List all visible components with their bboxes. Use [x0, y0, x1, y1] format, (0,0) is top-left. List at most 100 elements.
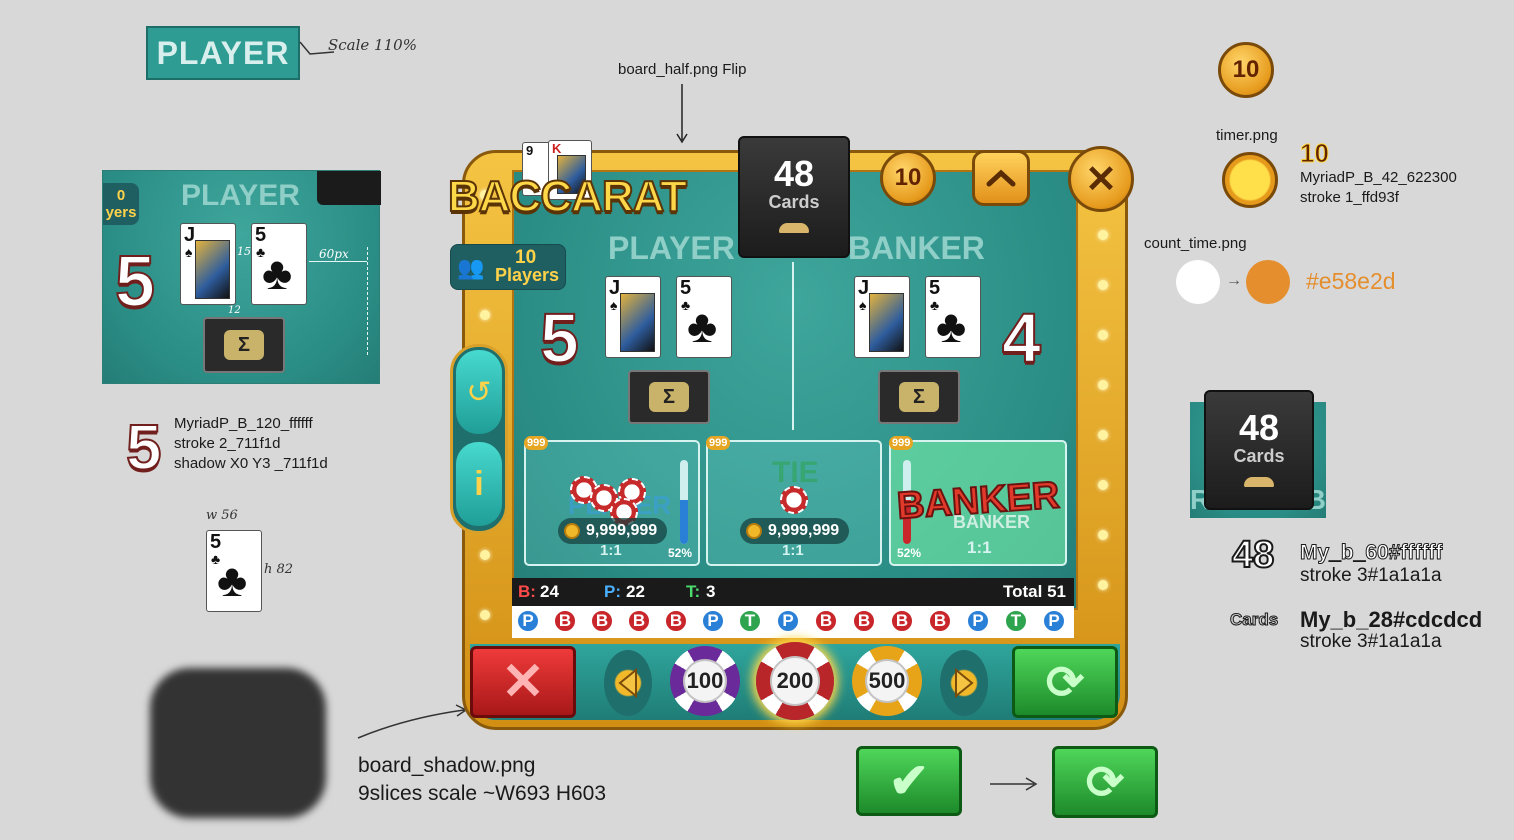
- players-label: Players: [495, 265, 560, 285]
- zoom-gap-12: 12: [228, 305, 241, 316]
- history-dot: P: [701, 609, 725, 633]
- zoom-card-jack: J ♠: [180, 223, 236, 305]
- timer-png-note: timer.png: [1216, 127, 1278, 144]
- game-logo: BACCARAT: [447, 171, 688, 222]
- chip-200-selected[interactable]: 200: [756, 642, 834, 720]
- zoom-gap-tick: [367, 247, 368, 355]
- chip-prev-button[interactable]: [604, 650, 652, 716]
- zoom-card-box: [317, 171, 381, 205]
- info-icon: i: [474, 464, 484, 503]
- chevron-left-icon: [618, 668, 637, 698]
- chip-500[interactable]: 500: [852, 646, 922, 716]
- bet-percent: 52%: [897, 546, 922, 560]
- stat-tie-value: 3: [706, 582, 716, 601]
- history-dot: B: [890, 609, 914, 633]
- history-icon: ↺: [466, 375, 492, 409]
- checkmark-icon: ✔: [888, 755, 930, 808]
- players-badge[interactable]: 👥 10 Players: [450, 244, 566, 290]
- collapse-up-button[interactable]: [972, 150, 1030, 206]
- close-button[interactable]: ✕: [1068, 146, 1134, 212]
- cards-count: 48: [773, 153, 815, 194]
- timer-value: 10: [894, 164, 922, 191]
- card-width-note: w 56: [206, 508, 238, 523]
- banker-title: BANKER: [848, 230, 985, 266]
- cards-num-font-note: My_b_60#ffffff stroke 3#1a1a1a: [1299, 541, 1443, 586]
- bet-box-banker[interactable]: 999 52% BANKER BANKER 1:1: [889, 436, 1067, 566]
- zoom-score: 5: [114, 241, 156, 323]
- cancel-bet-button[interactable]: ✕: [470, 646, 576, 718]
- board-shadow-note: board_shadow.png 9slices scale ~W693 H60…: [358, 754, 607, 805]
- bet-amount: 9,999,999: [740, 518, 850, 544]
- zoom-players-badge: 0 yers: [103, 183, 139, 225]
- bet-box-tie[interactable]: 999 TIE 9,999,999 1:1: [706, 436, 882, 566]
- rebet-button-sample: ⟳: [1052, 746, 1158, 818]
- timer-font-sample: 10: [1300, 138, 1330, 169]
- zoom-gap-line: [309, 261, 367, 262]
- players-icon: 👥: [457, 255, 485, 280]
- zoom-players-num: 0: [116, 187, 126, 204]
- zoom-gap-15: 15: [237, 245, 251, 258]
- zoom-card-five: 5 ♣ ♣: [251, 223, 307, 305]
- history-dot: P: [1042, 609, 1066, 633]
- history-dot: B: [814, 609, 838, 633]
- history-dot: T: [1004, 609, 1028, 633]
- bet-amount: 9,999,999: [558, 518, 668, 544]
- board-half-note: board_half.png Flip: [618, 61, 747, 78]
- chip-next-button[interactable]: [940, 650, 988, 716]
- refresh-icon: ⟳: [1085, 756, 1125, 808]
- history-dot: B: [590, 609, 614, 633]
- bet-odds: 1:1: [782, 542, 804, 559]
- history-dot: B: [627, 609, 651, 633]
- shoe-icon: [779, 223, 809, 233]
- coin-icon: [564, 523, 580, 539]
- timer-sample: 10: [1218, 42, 1274, 98]
- history-row: P B B B B P T P B B B B P T P: [512, 606, 1074, 638]
- coin-icon: [746, 523, 762, 539]
- bet-name: TIE: [772, 456, 819, 489]
- cards-num-font-sample: 48: [1231, 533, 1275, 577]
- chevron-right-icon: [955, 668, 974, 698]
- count-arrow-icon: →: [1226, 272, 1242, 289]
- sigma-icon: Σ: [899, 382, 939, 412]
- confirm-button-sample: ✔: [856, 746, 962, 816]
- history-dot: B: [553, 609, 577, 633]
- bet-meter: [680, 460, 688, 544]
- player-card-2: 5 ♣ ♣: [676, 276, 732, 358]
- zoom-players-label: yers: [105, 204, 137, 221]
- banker-card-2: 5 ♣ ♣: [925, 276, 981, 358]
- info-button[interactable]: i: [456, 442, 502, 526]
- history-button[interactable]: ↺: [456, 350, 502, 434]
- zoom-panel: 0 yers PLAYER 5 J ♠ 5 ♣ ♣ 15 60px 12 Σ: [102, 170, 381, 384]
- chevron-up-icon: [986, 169, 1016, 187]
- bet-max-badge: 999: [524, 436, 549, 450]
- history-dot: B: [664, 609, 688, 633]
- bet-name: BANKER: [953, 512, 1031, 532]
- stats-bar: B: 24 P: 22 T: 3 Total 51: [512, 578, 1074, 606]
- sigma-icon: Σ: [224, 330, 264, 360]
- card-shoe-sample: 48 Cards: [1204, 390, 1314, 510]
- timer-font-note: MyriadP_B_42_622300 stroke 1_ffd93f: [1300, 169, 1457, 206]
- chip-100[interactable]: 100: [670, 646, 740, 716]
- count-time-note: count_time.png: [1144, 235, 1247, 252]
- bet-odds: 1:1: [967, 538, 992, 557]
- zoom-deal-button: Σ: [203, 317, 285, 373]
- count-color-label: #e58e2d: [1306, 268, 1396, 294]
- stat-banker-value: 24: [540, 582, 559, 601]
- board-shadow-sample: [150, 668, 326, 818]
- history-dot: B: [852, 609, 876, 633]
- bet-box-player[interactable]: 999 PLAYER 9,999,999 1:1 52%: [524, 436, 700, 566]
- score-font-sample: 5: [125, 410, 163, 484]
- stat-banker-label: B:: [518, 582, 536, 601]
- refresh-icon: ⟳: [1045, 656, 1085, 708]
- rail-right: [1094, 220, 1112, 640]
- rebet-button[interactable]: ⟳: [1012, 646, 1118, 718]
- cards-label-font-sample: Cards: [1229, 610, 1279, 630]
- bet-percent: 52%: [668, 546, 693, 560]
- cards-label-font-note: My_b_28#cdcdcd stroke 3#1a1a1a: [1300, 607, 1483, 652]
- history-dot: B: [928, 609, 952, 633]
- zoom-gap-60: 60px: [319, 247, 349, 261]
- history-dot: P: [776, 609, 800, 633]
- bet-meter-fill: [680, 500, 688, 544]
- card-height-note: h 82: [264, 562, 294, 577]
- bet-max-badge: 999: [889, 436, 914, 450]
